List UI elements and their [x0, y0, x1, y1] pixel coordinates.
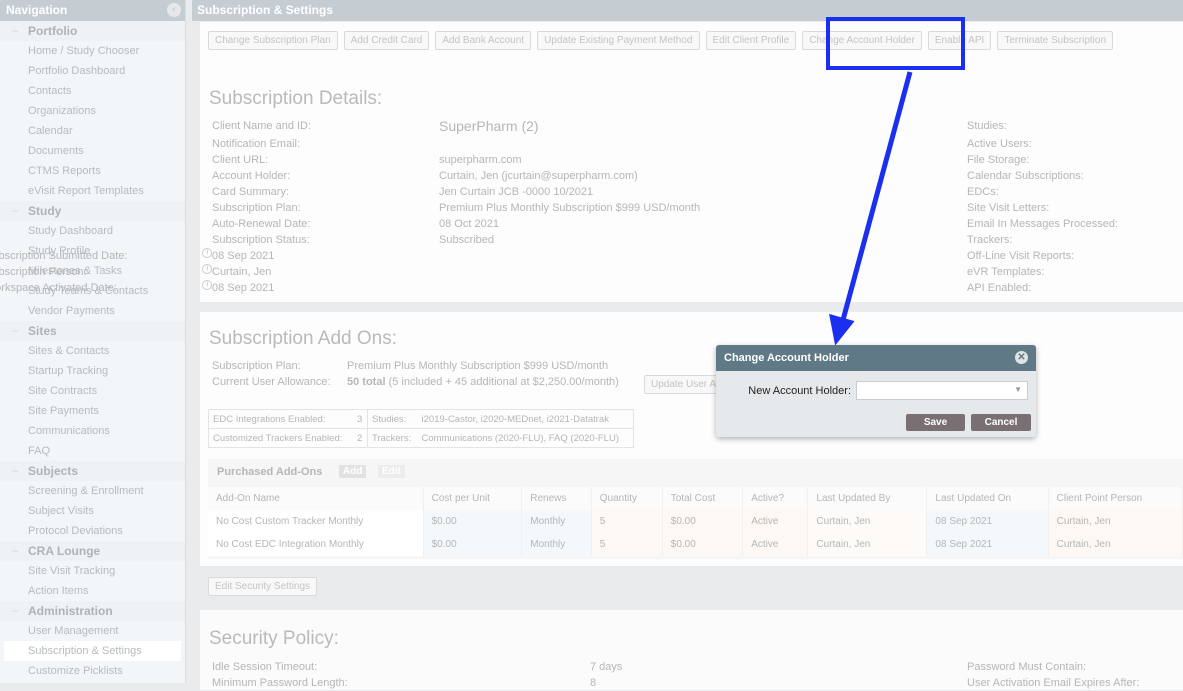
modal-title: Change Account Holder: [724, 352, 849, 364]
chevron-down-icon: ▼: [1014, 385, 1022, 394]
save-button[interactable]: Save: [906, 414, 965, 431]
cancel-button[interactable]: Cancel: [971, 414, 1031, 431]
modal-header: Change Account Holder ✕: [716, 345, 1036, 371]
new-account-holder-label: New Account Holder:: [748, 385, 851, 397]
change-account-holder-modal: Change Account Holder ✕ New Account Holde…: [716, 345, 1036, 437]
new-account-holder-select[interactable]: ▼: [856, 381, 1028, 400]
close-icon[interactable]: ✕: [1015, 351, 1028, 364]
annotation-arrow: [829, 71, 913, 346]
